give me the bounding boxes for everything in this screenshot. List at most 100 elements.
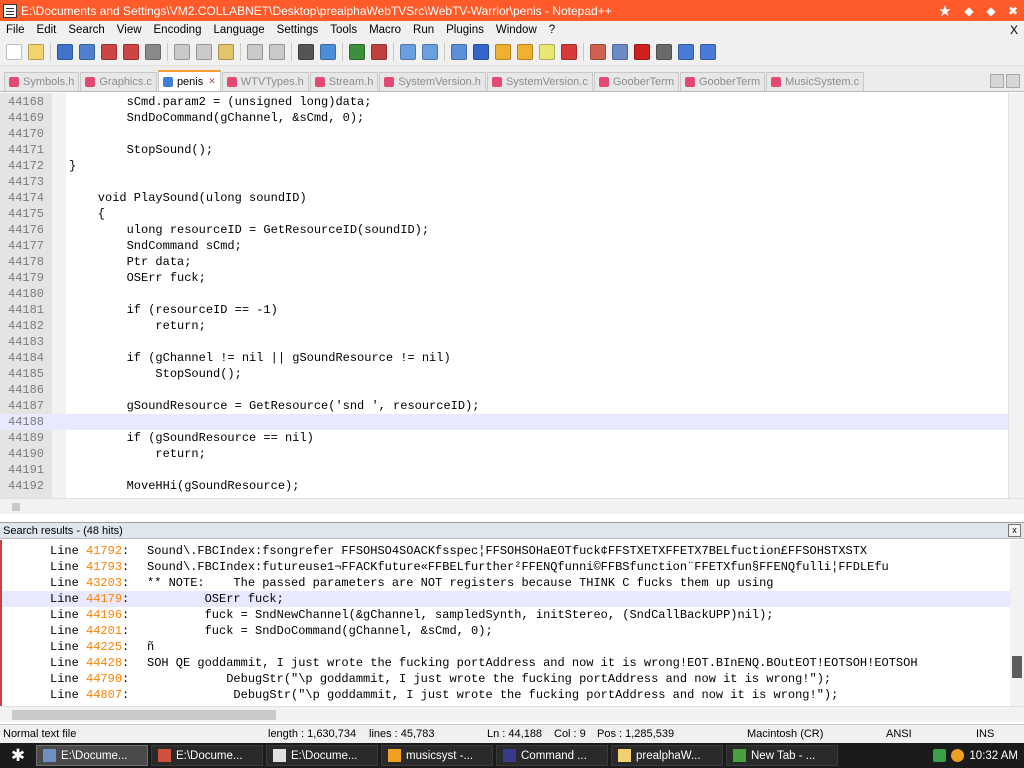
results-horizontal-scrollbar[interactable]: [0, 706, 1024, 722]
close-all-icon[interactable]: [123, 44, 139, 60]
result-label-word: Line: [50, 560, 79, 574]
tab-graphics-c[interactable]: Graphics.c: [80, 72, 157, 91]
close-icon[interactable]: [101, 44, 117, 60]
results-scroll-thumb[interactable]: [1012, 656, 1022, 678]
close-button[interactable]: ✖: [1002, 0, 1024, 21]
menu-view[interactable]: View: [111, 21, 148, 39]
menu-settings[interactable]: Settings: [271, 21, 325, 39]
taskbar-item[interactable]: prealphaW...: [611, 745, 723, 766]
zoom-in-icon[interactable]: [349, 44, 365, 60]
status-eol-format[interactable]: Macintosh (CR): [747, 728, 823, 740]
menu-search[interactable]: Search: [62, 21, 110, 39]
user-defined-icon[interactable]: [539, 44, 555, 60]
taskbar-item[interactable]: New Tab - ...: [726, 745, 838, 766]
save-icon[interactable]: [57, 44, 73, 60]
taskbar-item[interactable]: musicsyst -...: [381, 745, 493, 766]
menu-macro[interactable]: Macro: [363, 21, 407, 39]
zoom-out-icon[interactable]: [371, 44, 387, 60]
search-results-header: Search results - (48 hits) x: [0, 522, 1024, 539]
menu-plugins[interactable]: Plugins: [440, 21, 490, 39]
menu-window[interactable]: Window: [490, 21, 543, 39]
results-vertical-scrollbar[interactable]: [1010, 540, 1024, 706]
redo-icon[interactable]: [269, 44, 285, 60]
star-icon[interactable]: ★: [932, 0, 958, 21]
search-result-row[interactable]: Line 44201: fuck = SndDoCommand(gChannel…: [2, 623, 1010, 639]
sync-horizontal-icon[interactable]: [422, 44, 438, 60]
maximize-button[interactable]: ◆: [980, 0, 1002, 21]
editor-vertical-scrollbar[interactable]: [1008, 93, 1024, 498]
record-macro-icon[interactable]: [612, 44, 628, 60]
tab-gooberterm[interactable]: GooberTerm: [593, 72, 679, 91]
menu-close-button[interactable]: X: [1010, 23, 1024, 37]
run-multiple-icon[interactable]: [678, 44, 694, 60]
tab-gooberterm[interactable]: GooberTerm: [680, 72, 766, 91]
all-chars-icon[interactable]: [473, 44, 489, 60]
search-result-row[interactable]: Line 44196: fuck = SndNewChannel(&gChann…: [2, 607, 1010, 623]
tab-symbols-h[interactable]: Symbols.h: [4, 72, 80, 91]
find-icon[interactable]: [298, 44, 314, 60]
monitor-icon[interactable]: [590, 44, 606, 60]
tab-systemversion-c[interactable]: SystemVersion.c: [486, 72, 593, 91]
code-editor[interactable]: 44168 sCmd.param2 = (unsigned long)data;…: [0, 93, 1008, 498]
tab-navigation: [990, 74, 1024, 91]
play-macro-icon[interactable]: [656, 44, 672, 60]
taskbar-item[interactable]: E:\Docume...: [151, 745, 263, 766]
taskbar-item[interactable]: E:\Docume...: [266, 745, 378, 766]
doc-map-icon[interactable]: [561, 44, 577, 60]
network-icon[interactable]: [933, 749, 947, 762]
sync-vertical-icon[interactable]: [400, 44, 416, 60]
notepad-app-icon[interactable]: [3, 3, 17, 18]
tab-musicsystem-c[interactable]: MusicSystem.c: [766, 72, 865, 91]
clock[interactable]: 10:32 AM: [969, 750, 1018, 762]
stop-macro-icon[interactable]: [634, 44, 650, 60]
search-result-row[interactable]: Line 44179: OSErr fuck;: [2, 591, 1010, 607]
replace-icon[interactable]: [320, 44, 336, 60]
indent-guide-icon[interactable]: [495, 44, 511, 60]
search-result-row[interactable]: Line 41792: Sound\.FBCIndex:fsongrefer FF…: [2, 543, 1010, 559]
language-icon[interactable]: [517, 44, 533, 60]
tab-scroll-left-button[interactable]: [990, 74, 1004, 88]
taskbar-item[interactable]: E:\Docume...: [36, 745, 148, 766]
tab-systemversion-h[interactable]: SystemVersion.h: [379, 72, 486, 91]
new-file-icon[interactable]: [6, 44, 22, 60]
search-result-row[interactable]: Line 44807: DebugStr("\p goddammit, I ju…: [2, 687, 1010, 703]
menu-run[interactable]: Run: [407, 21, 440, 39]
start-button[interactable]: ✱: [0, 743, 36, 768]
menu-tools[interactable]: Tools: [324, 21, 363, 39]
results-hscroll-thumb[interactable]: [12, 710, 276, 720]
copy-icon[interactable]: [196, 44, 212, 60]
tab-close-icon[interactable]: ✕: [208, 76, 216, 87]
line-number: 44169: [8, 111, 45, 125]
menu-file[interactable]: File: [0, 21, 31, 39]
print-icon[interactable]: [145, 44, 161, 60]
minimize-button[interactable]: ◆: [958, 0, 980, 21]
menu-language[interactable]: Language: [207, 21, 270, 39]
menu-encoding[interactable]: Encoding: [148, 21, 208, 39]
search-result-row[interactable]: Line 44225: ñ: [2, 639, 1010, 655]
search-tray-icon[interactable]: [951, 749, 965, 762]
editor-horizontal-scrollbar[interactable]: [0, 498, 1024, 514]
save-all-icon[interactable]: [79, 44, 95, 60]
status-insert-mode[interactable]: INS: [976, 728, 994, 740]
open-file-icon[interactable]: [28, 44, 44, 60]
menu-help[interactable]: ?: [543, 21, 561, 39]
menu-edit[interactable]: Edit: [31, 21, 63, 39]
cut-icon[interactable]: [174, 44, 190, 60]
search-result-row[interactable]: Line 44790: DebugStr("\p goddammit, I ju…: [2, 671, 1010, 687]
paste-icon[interactable]: [218, 44, 234, 60]
editor-scroll-thumb[interactable]: [12, 503, 20, 511]
status-encoding[interactable]: ANSI: [886, 728, 912, 740]
tab-stream-h[interactable]: Stream.h: [309, 72, 379, 91]
search-result-row[interactable]: Line 41793: Sound\.FBCIndex:futureuse1¬FF…: [2, 559, 1010, 575]
search-results-panel[interactable]: Line 41792: Sound\.FBCIndex:fsongrefer FF…: [0, 540, 1010, 706]
taskbar-item[interactable]: Command ...: [496, 745, 608, 766]
search-results-close-button[interactable]: x: [1008, 524, 1021, 537]
word-wrap-icon[interactable]: [451, 44, 467, 60]
tab-scroll-right-button[interactable]: [1006, 74, 1020, 88]
undo-icon[interactable]: [247, 44, 263, 60]
tab-penis[interactable]: penis ✕: [157, 70, 221, 91]
search-result-row[interactable]: Line 43203: ** NOTE: The passed parameter…: [2, 575, 1010, 591]
tab-wtvtypes-h[interactable]: WTVTypes.h: [221, 72, 309, 91]
search-result-row[interactable]: Line 44428: SOH QE goddammit, I just wrot…: [2, 655, 1010, 671]
save-macro-icon[interactable]: [700, 44, 716, 60]
